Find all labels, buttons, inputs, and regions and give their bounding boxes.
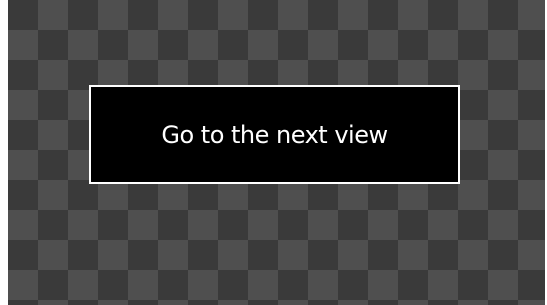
next-view-button[interactable]: Go to the next view (89, 85, 460, 184)
checkerboard-background: Go to the next view (8, 0, 545, 305)
next-view-button-label: Go to the next view (161, 120, 388, 149)
